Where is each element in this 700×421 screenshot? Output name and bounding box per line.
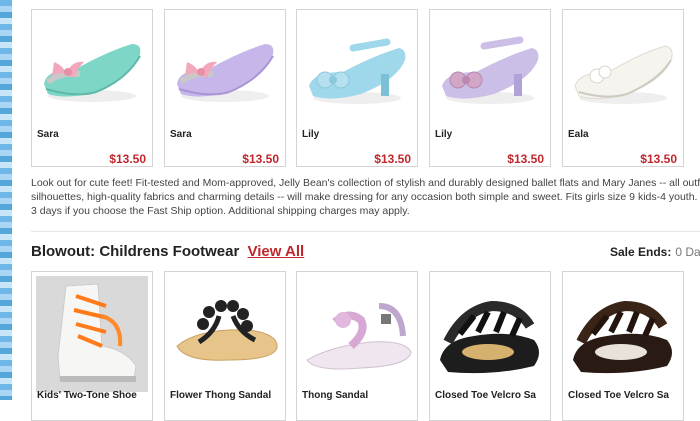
product-card[interactable]: Flower Thong Sandal: [164, 271, 286, 421]
product-image-brown-sandal[interactable]: [567, 276, 679, 392]
product-name[interactable]: Sara: [37, 129, 59, 140]
product-description: Look out for cute feet! Fit-tested and M…: [31, 176, 700, 219]
product-image-black-sandal[interactable]: [434, 276, 546, 392]
description-line: Look out for cute feet! Fit-tested and M…: [31, 177, 700, 189]
product-card[interactable]: Lily $13.50: [296, 9, 418, 167]
product-price: $13.50: [507, 152, 544, 166]
product-card[interactable]: Eala $13.50: [562, 9, 684, 167]
sale-ends: Sale Ends: 0 Da: [610, 245, 700, 259]
view-all-link[interactable]: View All: [248, 243, 305, 260]
divider: [31, 231, 700, 232]
product-name[interactable]: Kids' Two-Tone Shoe: [37, 390, 153, 401]
product-image-pink-thong-sandal[interactable]: [301, 276, 413, 392]
product-name[interactable]: Closed Toe Velcro Sa: [568, 390, 684, 401]
product-name[interactable]: Lily: [435, 129, 452, 140]
description-line: 3 days if you choose the Fast Ship optio…: [31, 205, 410, 218]
product-name[interactable]: Thong Sandal: [302, 390, 418, 401]
product-image-lavender-flat[interactable]: [169, 14, 281, 122]
section-title: Blowout: Childrens Footwear: [31, 243, 240, 260]
product-card[interactable]: Closed Toe Velcro Sa: [562, 271, 684, 421]
product-image-flower-sandal[interactable]: [169, 276, 281, 392]
product-card[interactable]: Closed Toe Velcro Sa: [429, 271, 551, 421]
product-name[interactable]: Lily: [302, 129, 319, 140]
product-card[interactable]: Thong Sandal: [296, 271, 418, 421]
description-line: silhouettes, high-quality fabrics and ch…: [31, 191, 700, 204]
product-price: $13.50: [374, 152, 411, 166]
product-card[interactable]: Lily $13.50: [429, 9, 551, 167]
product-image-white-boot[interactable]: [36, 276, 148, 392]
product-name[interactable]: Eala: [568, 129, 589, 140]
product-name[interactable]: Flower Thong Sandal: [170, 390, 286, 401]
product-name[interactable]: Sara: [170, 129, 192, 140]
product-price: $13.50: [242, 152, 279, 166]
product-image-mint-flat[interactable]: [36, 14, 148, 122]
product-card[interactable]: Kids' Two-Tone Shoe: [31, 271, 153, 421]
background-stripe: [0, 0, 12, 400]
product-price: $13.50: [640, 152, 677, 166]
product-card[interactable]: Sara $13.50: [31, 9, 153, 167]
product-image-blue-maryjane[interactable]: [301, 14, 413, 122]
section-header: Blowout: Childrens Footwear View All: [31, 243, 304, 260]
product-image-lilac-maryjane[interactable]: [434, 14, 546, 122]
product-price: $13.50: [109, 152, 146, 166]
product-image-white-flat[interactable]: [567, 14, 679, 122]
product-name[interactable]: Closed Toe Velcro Sa: [435, 390, 551, 401]
sale-ends-value: 0 Da: [675, 245, 700, 259]
sale-ends-label: Sale Ends:: [610, 245, 672, 259]
product-card[interactable]: Sara $13.50: [164, 9, 286, 167]
